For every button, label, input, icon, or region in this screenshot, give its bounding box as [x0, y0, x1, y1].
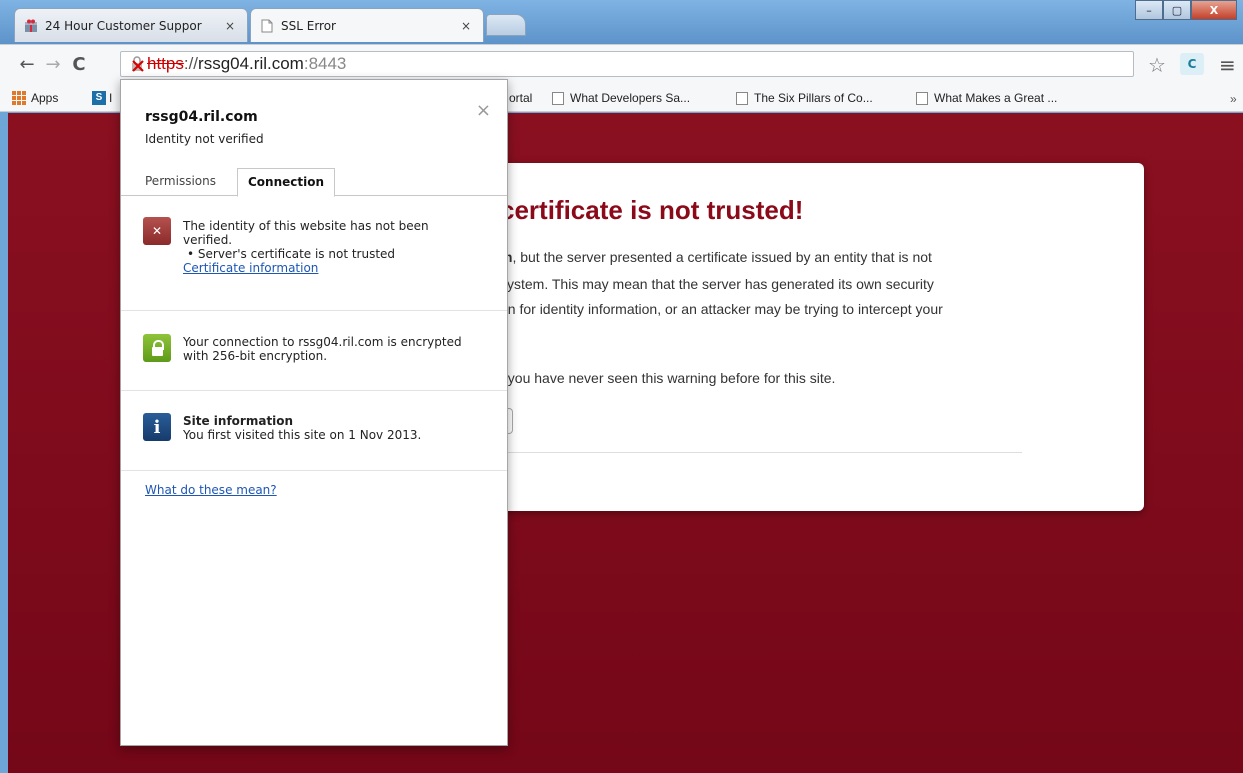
bookmark-label: What Makes a Great ...	[934, 91, 1058, 105]
error-text-line-1: , but the server presented a certificate…	[512, 249, 932, 265]
site-info-popup: × rssg04.ril.com Identity not verified P…	[120, 79, 508, 746]
tab-permissions[interactable]: Permissions	[135, 168, 226, 197]
identity-status: Identity not verified	[145, 132, 264, 146]
popup-tabs: Permissions Connection	[121, 168, 507, 197]
minimize-button[interactable]: –	[1135, 0, 1163, 20]
site-info-detail: You first visited this site on 1 Nov 201…	[183, 428, 422, 442]
apps-grid-icon	[12, 91, 26, 105]
window-titlebar: 24 Hour Customer Suppor × SSL Error × – …	[0, 0, 1243, 44]
identity-line-1: The identity of this website has not bee…	[183, 219, 429, 233]
lock-icon	[143, 334, 171, 362]
bookmark-label: ortal	[509, 91, 533, 105]
chrome-menu-icon[interactable]: ≡	[1219, 53, 1236, 77]
tab-ssl-error[interactable]: SSL Error ×	[250, 8, 484, 42]
insecure-lock-icon[interactable]	[129, 56, 145, 72]
tab-close-icon[interactable]: ×	[225, 19, 235, 33]
tab-customer-support[interactable]: 24 Hour Customer Suppor ×	[14, 8, 248, 42]
error-text-line-3: on for identity information, or an attac…	[500, 301, 943, 317]
error-text-line: m, but the server presented a certificat…	[500, 249, 932, 265]
url-port: :8443	[303, 54, 347, 73]
certificate-information-link[interactable]: Certificate information	[183, 261, 318, 275]
bookmark-label: The Six Pillars of Co...	[754, 91, 873, 105]
site-info-title: Site information	[183, 414, 294, 428]
tab-title: 24 Hour Customer Suppor	[45, 18, 202, 33]
url-separator: ://	[183, 54, 199, 73]
bookmark-label: Apps	[31, 91, 59, 105]
bookmark-portal[interactable]: ortal	[509, 91, 532, 105]
identity-error-icon: ✕	[143, 217, 171, 245]
encryption-section: Your connection to rssg04.ril.com is enc…	[121, 311, 507, 391]
identity-line-2: verified.	[183, 233, 233, 247]
bookmark-label: What Developers Sa...	[570, 91, 691, 105]
page-icon	[552, 91, 564, 105]
address-bar[interactable]: https://rssg04.ril.com:8443	[120, 51, 1134, 77]
error-text-line-4: f you have never seen this warning befor…	[500, 370, 836, 386]
reload-icon[interactable]: C	[68, 54, 90, 76]
identity-bullet: • Server's certificate is not trusted	[187, 247, 396, 261]
what-do-these-mean-link[interactable]: What do these mean?	[145, 483, 277, 497]
close-icon[interactable]: ×	[476, 100, 491, 121]
bookmark-star-icon[interactable]: ☆	[1148, 53, 1166, 77]
error-text-line-2: system. This may mean that the server ha…	[500, 276, 934, 292]
bookmark-great[interactable]: What Makes a Great ...	[916, 91, 1057, 105]
bookmark-six-pillars[interactable]: The Six Pillars of Co...	[736, 91, 873, 105]
sharepoint-icon: S	[92, 91, 106, 105]
browser-toolbar: ← → C https://rssg04.ril.com:8443 ☆ C ≡	[0, 44, 1243, 84]
bookmark-what-developers[interactable]: What Developers Sa...	[552, 91, 690, 105]
encryption-text: Your connection to rssg04.ril.com is enc…	[183, 335, 462, 363]
encryption-line-2: with 256-bit encryption.	[183, 349, 328, 363]
encryption-line-1: Your connection to rssg04.ril.com is enc…	[183, 335, 462, 349]
close-window-button[interactable]: X	[1191, 0, 1237, 20]
tab-title: SSL Error	[281, 18, 336, 33]
tab-connection[interactable]: Connection	[237, 168, 336, 197]
new-tab-button[interactable]	[486, 14, 526, 36]
info-icon: i	[143, 413, 171, 441]
window-controls: – ▢ X	[1135, 0, 1237, 20]
page-icon	[916, 91, 928, 105]
tab-close-icon[interactable]: ×	[461, 19, 471, 33]
page-icon	[261, 19, 273, 33]
identity-section: ✕ The identity of this website has not b…	[121, 197, 507, 311]
forward-arrow-icon[interactable]: →	[42, 54, 64, 76]
site-info-section: i Site information You first visited thi…	[121, 391, 507, 471]
bookmark-apps[interactable]: Apps	[12, 91, 58, 105]
maximize-button[interactable]: ▢	[1163, 0, 1191, 20]
error-heading: certificate is not trusted!	[500, 195, 804, 225]
extension-icon[interactable]: C	[1180, 53, 1204, 75]
divider	[500, 452, 1022, 453]
back-arrow-icon[interactable]: ←	[16, 54, 38, 76]
site-info-text: Site information You first visited this …	[183, 414, 421, 442]
gift-icon	[25, 19, 37, 32]
bookmark-label: I	[109, 91, 113, 105]
page-icon	[736, 91, 748, 105]
bookmark-sharepoint[interactable]: S I	[92, 91, 112, 105]
url-scheme: https	[147, 54, 184, 73]
identity-text: The identity of this website has not bee…	[183, 219, 429, 275]
url-host: rssg04.ril.com	[198, 54, 304, 73]
popup-host: rssg04.ril.com	[145, 109, 258, 125]
bookmarks-overflow-icon[interactable]: »	[1230, 92, 1237, 106]
